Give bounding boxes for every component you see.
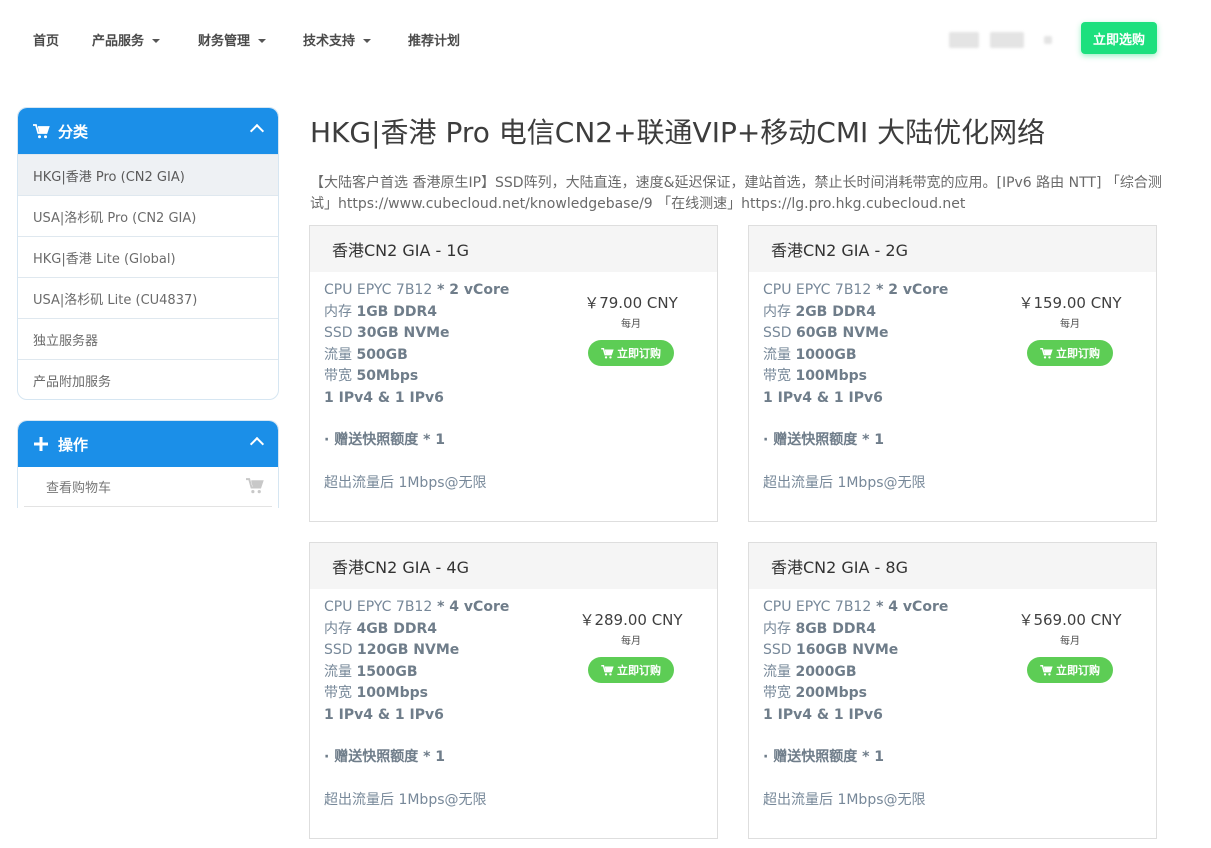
- nav-products-label: 产品服务: [92, 34, 145, 49]
- chevron-up-icon[interactable]: [249, 123, 265, 139]
- product-card: 香港CN2 GIA - 2G CPU EPYC 7B12 * 2 vCore 内…: [748, 225, 1157, 522]
- caret-down-icon: [152, 38, 161, 43]
- price-period: 每月: [621, 319, 641, 330]
- spec-ip: 1 IPv4 & 1 IPv6: [763, 389, 883, 406]
- buy-now-button[interactable]: 立即选购: [1081, 22, 1157, 54]
- spec-ip: 1 IPv4 & 1 IPv6: [324, 389, 444, 406]
- spec-snapshot: · 赠送快照额度 * 1: [763, 432, 885, 448]
- nav-support-label: 技术支持: [303, 34, 356, 49]
- product-name: 香港CN2 GIA - 4G: [310, 543, 717, 589]
- nav-billing-label: 财务管理: [198, 34, 251, 49]
- view-cart-link[interactable]: 查看购物车: [24, 467, 272, 507]
- chevron-up-icon[interactable]: [249, 436, 265, 452]
- cart-icon: [32, 122, 50, 140]
- spec-bandwidth: 带宽 100Mbps: [324, 685, 428, 701]
- sidebar-item-addons[interactable]: 产品附加服务: [18, 359, 278, 399]
- price-period: 每月: [1060, 319, 1080, 330]
- sidebar-item-hkg-pro[interactable]: HKG|香港 Pro (CN2 GIA): [18, 154, 278, 195]
- nav-referral-label: 推荐计划: [408, 34, 461, 49]
- category-panel-title: 分类: [58, 122, 89, 141]
- product-card: 香港CN2 GIA - 1G CPU EPYC 7B12 * 2 vCore 内…: [309, 225, 718, 522]
- price-period: 每月: [1060, 636, 1080, 647]
- price-box: ￥79.00 CNY 每月 立即订购: [579, 292, 683, 366]
- nav-billing[interactable]: 财务管理: [198, 30, 267, 49]
- spec-ip: 1 IPv4 & 1 IPv6: [324, 706, 444, 723]
- cart-icon: [601, 664, 614, 676]
- actions-panel: 操作 查看购物车: [17, 420, 279, 508]
- nav-referral[interactable]: 推荐计划: [408, 30, 460, 49]
- product-card: 香港CN2 GIA - 4G CPU EPYC 7B12 * 4 vCore 内…: [309, 542, 718, 839]
- order-now-button[interactable]: 立即订购: [588, 340, 674, 366]
- spec-snapshot: · 赠送快照额度 * 1: [324, 432, 446, 448]
- sidebar-item-dedicated[interactable]: 独立服务器: [18, 318, 278, 359]
- sidebar-item-usa-lite[interactable]: USA|洛杉矶 Lite (CU4837): [18, 277, 278, 318]
- spec-bandwidth: 带宽 200Mbps: [763, 685, 867, 701]
- spec-ip: 1 IPv4 & 1 IPv6: [763, 706, 883, 723]
- product-name: 香港CN2 GIA - 2G: [749, 226, 1156, 272]
- spec-snapshot: · 赠送快照额度 * 1: [763, 749, 885, 765]
- product-card: 香港CN2 GIA - 8G CPU EPYC 7B12 * 4 vCore 内…: [748, 542, 1157, 839]
- caret-down-icon: [258, 38, 267, 43]
- order-now-button[interactable]: 立即订购: [1027, 657, 1113, 683]
- product-name: 香港CN2 GIA - 8G: [749, 543, 1156, 589]
- price-box: ￥569.00 CNY 每月 立即订购: [1018, 609, 1122, 683]
- price-amount: ￥79.00 CNY: [584, 294, 678, 312]
- price-amount: ￥289.00 CNY: [579, 611, 683, 629]
- spec-overage: 超出流量后 1Mbps@无限: [763, 474, 926, 491]
- order-now-label: 立即订购: [1056, 664, 1100, 677]
- spec-overage: 超出流量后 1Mbps@无限: [324, 791, 487, 808]
- user-menu-blurred[interactable]: [1044, 36, 1052, 44]
- price-period: 每月: [621, 636, 641, 647]
- order-now-label: 立即订购: [1056, 347, 1100, 360]
- cart-icon: [246, 478, 264, 498]
- cart-icon: [601, 347, 614, 359]
- caret-down-icon: [363, 38, 372, 43]
- spec-snapshot: · 赠送快照额度 * 1: [324, 749, 446, 765]
- view-cart-label: 查看购物车: [46, 481, 112, 496]
- cart-icon: [1040, 664, 1053, 676]
- spec-overage: 超出流量后 1Mbps@无限: [763, 791, 926, 808]
- spec-overage: 超出流量后 1Mbps@无限: [324, 474, 487, 491]
- spec-bandwidth: 带宽 50Mbps: [324, 368, 419, 384]
- order-now-button[interactable]: 立即订购: [588, 657, 674, 683]
- actions-panel-title: 操作: [58, 435, 89, 454]
- nav-home-label: 首页: [33, 34, 60, 49]
- price-box: ￥289.00 CNY 每月 立即订购: [579, 609, 683, 683]
- top-navbar: 首页 产品服务 财务管理 技术支持 推荐计划 立即选购: [0, 0, 1211, 78]
- category-panel: 分类 HKG|香港 Pro (CN2 GIA) USA|洛杉矶 Pro (CN2…: [17, 107, 279, 400]
- cart-icon: [1040, 347, 1053, 359]
- page-title: HKG|香港 Pro 电信CN2+联通VIP+移动CMI 大陆优化网络: [310, 116, 1046, 149]
- price-box: ￥159.00 CNY 每月 立即订购: [1018, 292, 1122, 366]
- nav-products[interactable]: 产品服务: [92, 30, 161, 49]
- actions-panel-header[interactable]: 操作: [18, 421, 278, 467]
- order-now-label: 立即订购: [617, 664, 661, 677]
- price-amount: ￥159.00 CNY: [1018, 294, 1122, 312]
- user-menu-blurred[interactable]: [990, 32, 1024, 48]
- category-panel-header[interactable]: 分类: [18, 108, 278, 154]
- user-menu-blurred[interactable]: [949, 32, 979, 48]
- order-now-label: 立即订购: [617, 347, 661, 360]
- nav-home[interactable]: 首页: [33, 30, 59, 49]
- page-description: 【大陆客户首选 香港原生IP】SSD阵列，大陆直连，速度&延迟保证，建站首选，禁…: [310, 175, 1162, 212]
- price-amount: ￥569.00 CNY: [1018, 611, 1122, 629]
- order-now-button[interactable]: 立即订购: [1027, 340, 1113, 366]
- sidebar-item-usa-pro[interactable]: USA|洛杉矶 Pro (CN2 GIA): [18, 195, 278, 236]
- spec-bandwidth: 带宽 100Mbps: [763, 368, 867, 384]
- sidebar-item-hkg-lite[interactable]: HKG|香港 Lite (Global): [18, 236, 278, 277]
- plus-icon: [32, 435, 50, 453]
- product-name: 香港CN2 GIA - 1G: [310, 226, 717, 272]
- nav-support[interactable]: 技术支持: [303, 30, 372, 49]
